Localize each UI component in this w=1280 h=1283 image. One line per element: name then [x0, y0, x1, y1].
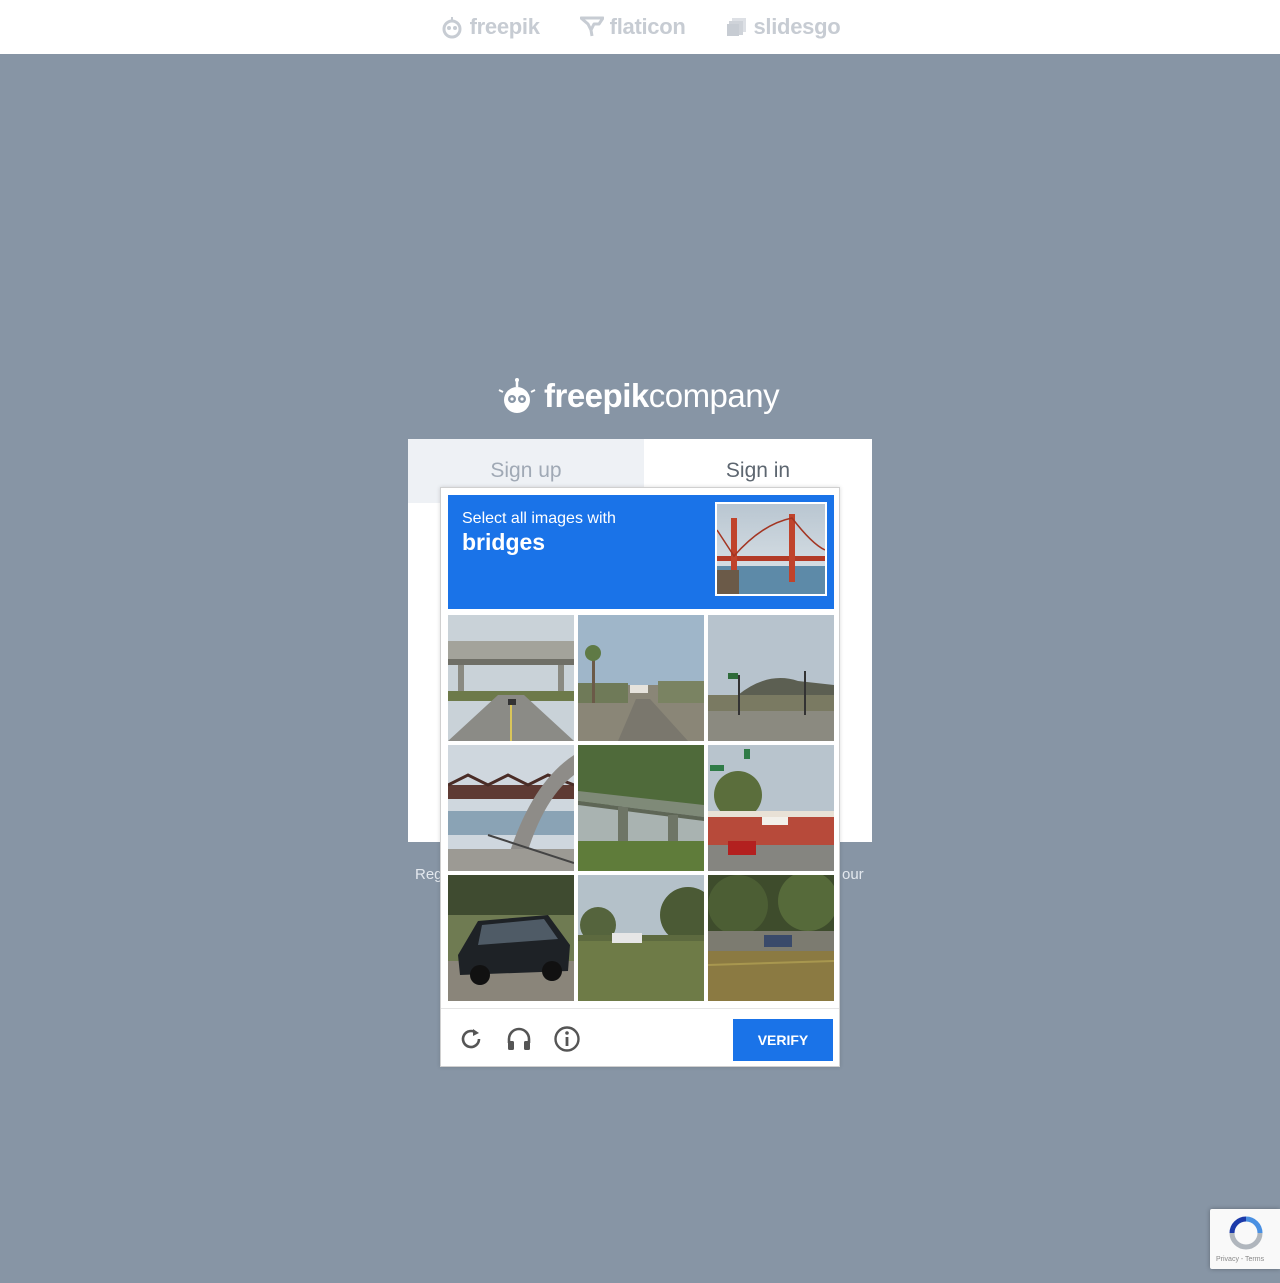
recaptcha-logo-icon: [1229, 1216, 1263, 1250]
captcha-tile[interactable]: [578, 745, 704, 871]
captcha-tile[interactable]: [448, 745, 574, 871]
brand-flaticon[interactable]: flaticon: [579, 14, 686, 40]
captcha-tile[interactable]: [448, 615, 574, 741]
recaptcha-badge[interactable]: Privacy - Terms: [1210, 1209, 1280, 1269]
flaticon-v-icon: [579, 16, 604, 37]
headphones-icon[interactable]: [505, 1025, 533, 1053]
captcha-tile[interactable]: [578, 615, 704, 741]
captcha-image-grid: [448, 615, 834, 1001]
captcha-instruction: Select all images with: [462, 510, 616, 527]
freepik-company-logo: freepik company: [498, 377, 780, 415]
freepik-mascot-icon: [498, 378, 536, 413]
info-icon[interactable]: [553, 1025, 581, 1053]
top-brand-bar: freepik flaticon slidesgo: [0, 0, 1280, 54]
captcha-footer: VERIFY: [441, 1008, 839, 1067]
logo-word-bold: freepik: [544, 377, 649, 414]
captcha-tile[interactable]: [448, 875, 574, 1001]
captcha-challenge: Select all images with bridges VERIFY: [440, 487, 840, 1067]
brand-label: freepik: [469, 14, 540, 39]
brand-freepik[interactable]: freepik: [440, 14, 540, 40]
captcha-tile[interactable]: [708, 615, 834, 741]
register-text-fragment-end: our: [842, 866, 864, 883]
brand-slidesgo[interactable]: slidesgo: [726, 14, 841, 40]
captcha-tile[interactable]: [578, 875, 704, 1001]
captcha-sample-image: [715, 502, 827, 596]
freepik-mascot-icon: [442, 17, 462, 39]
brand-label: flaticon: [609, 14, 686, 39]
captcha-tile[interactable]: [708, 875, 834, 1001]
recaptcha-privacy-terms[interactable]: Privacy - Terms: [1216, 1256, 1264, 1263]
captcha-tile[interactable]: [708, 745, 834, 871]
slidesgo-slides-icon: [726, 18, 746, 36]
captcha-header: Select all images with bridges: [448, 495, 834, 609]
captcha-target: bridges: [462, 529, 546, 555]
verify-button[interactable]: VERIFY: [733, 1019, 833, 1061]
brand-label: slidesgo: [753, 14, 841, 39]
reload-icon[interactable]: [457, 1025, 485, 1053]
logo-word-light: company: [648, 377, 780, 414]
register-text-fragment: Reg: [415, 866, 443, 883]
